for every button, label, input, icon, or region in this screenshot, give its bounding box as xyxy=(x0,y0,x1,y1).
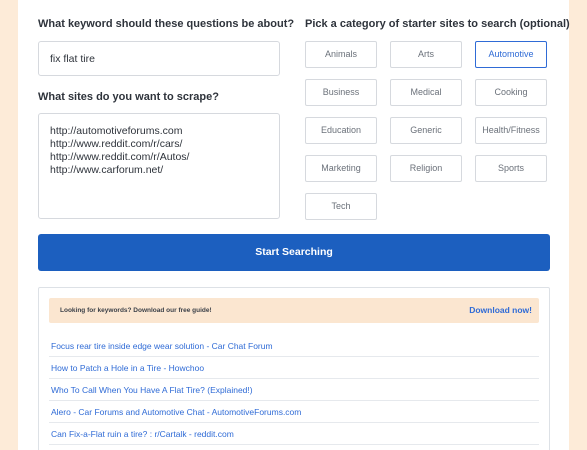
site-url: http://www.carforum.net/ xyxy=(50,164,164,176)
category-sports-button[interactable]: Sports xyxy=(475,155,547,182)
category-arts-button[interactable]: Arts xyxy=(390,41,462,68)
category-automotive-button[interactable]: Automotive xyxy=(475,41,547,68)
sites-textarea[interactable]: http://automotiveforums.com http://www.r… xyxy=(38,113,280,219)
promo-banner: Looking for keywords? Download our free … xyxy=(49,298,539,323)
start-searching-button[interactable]: Start Searching xyxy=(38,234,550,271)
category-medical-button[interactable]: Medical xyxy=(390,79,462,106)
result-row: Can Fix-a-Flat ruin a tire? : r/Cartalk … xyxy=(49,423,539,445)
category-religion-button[interactable]: Religion xyxy=(390,155,462,182)
result-row: Focus rear tire inside edge wear solutio… xyxy=(49,335,539,357)
result-row: Who To Call When You Have A Flat Tire? (… xyxy=(49,379,539,401)
search-panel: What keyword should these questions be a… xyxy=(18,0,570,450)
result-row: Alero - Car Forums and Automotive Chat -… xyxy=(49,401,539,423)
promo-text: Looking for keywords? Download our free … xyxy=(60,307,212,314)
results-list: Looking for keywords? Download our free … xyxy=(38,287,550,450)
keyword-input[interactable]: fix flat tire xyxy=(38,41,280,76)
result-link[interactable]: Focus rear tire inside edge wear solutio… xyxy=(51,335,273,357)
category-marketing-button[interactable]: Marketing xyxy=(305,155,377,182)
result-link[interactable]: Can Fix-a-Flat ruin a tire? : r/Cartalk … xyxy=(51,423,234,445)
result-link[interactable]: Who To Call When You Have A Flat Tire? (… xyxy=(51,379,253,401)
download-now-link[interactable]: Download now! xyxy=(469,298,532,323)
site-url: http://www.reddit.com/r/Autos/ xyxy=(50,151,190,163)
category-education-button[interactable]: Education xyxy=(305,117,377,144)
category-health-fitness-button[interactable]: Health/Fitness xyxy=(475,117,547,144)
category-tech-button[interactable]: Tech xyxy=(305,193,377,220)
category-business-button[interactable]: Business xyxy=(305,79,377,106)
category-animals-button[interactable]: Animals xyxy=(305,41,377,68)
category-label: Pick a category of starter sites to sear… xyxy=(305,18,570,30)
result-row: How to Patch a Hole in a Tire - Howchoo xyxy=(49,357,539,379)
result-link[interactable]: Alero - Car Forums and Automotive Chat -… xyxy=(51,401,301,423)
sites-label: What sites do you want to scrape? xyxy=(38,91,219,103)
site-url: http://automotiveforums.com xyxy=(50,125,183,137)
result-link[interactable]: How to Patch a Hole in a Tire - Howchoo xyxy=(51,357,204,379)
keyword-label: What keyword should these questions be a… xyxy=(38,18,295,30)
category-cooking-button[interactable]: Cooking xyxy=(475,79,547,106)
site-url: http://www.reddit.com/r/cars/ xyxy=(50,138,183,150)
category-generic-button[interactable]: Generic xyxy=(390,117,462,144)
